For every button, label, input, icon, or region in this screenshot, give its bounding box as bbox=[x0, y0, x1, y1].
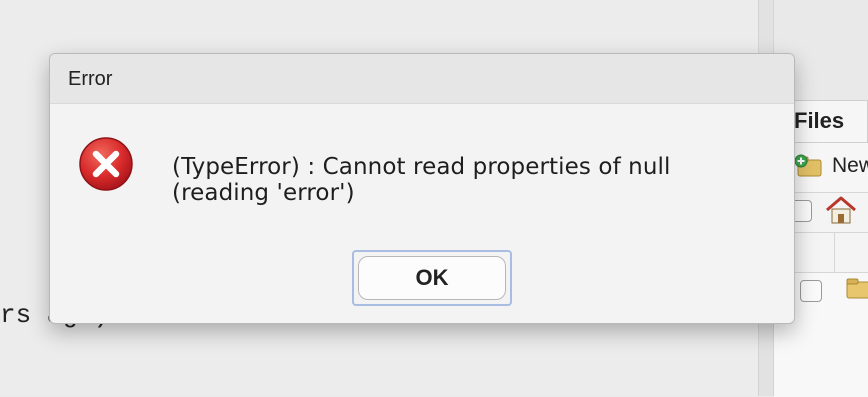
column-divider bbox=[834, 232, 835, 272]
folder-icon bbox=[846, 278, 868, 299]
dialog-titlebar: Error bbox=[50, 54, 794, 104]
error-message: (TypeError) : Cannot read properties of … bbox=[172, 154, 732, 206]
new-folder-label: New bbox=[832, 154, 868, 177]
dialog-title: Error bbox=[68, 68, 113, 90]
ok-button[interactable]: OK bbox=[358, 256, 506, 300]
home-icon[interactable] bbox=[824, 195, 858, 225]
error-message-line-2: (reading 'error') bbox=[172, 180, 355, 206]
error-dialog: Error (TypeError) : Cannot read properti… bbox=[49, 53, 795, 324]
ok-button-focus-ring: OK bbox=[352, 250, 512, 306]
tab-files-label: Files bbox=[794, 108, 845, 133]
new-folder-icon[interactable] bbox=[794, 152, 822, 178]
file-row-checkbox[interactable] bbox=[800, 280, 822, 302]
error-message-line-1: (TypeError) : Cannot read properties of … bbox=[172, 154, 671, 180]
error-icon bbox=[79, 137, 133, 191]
